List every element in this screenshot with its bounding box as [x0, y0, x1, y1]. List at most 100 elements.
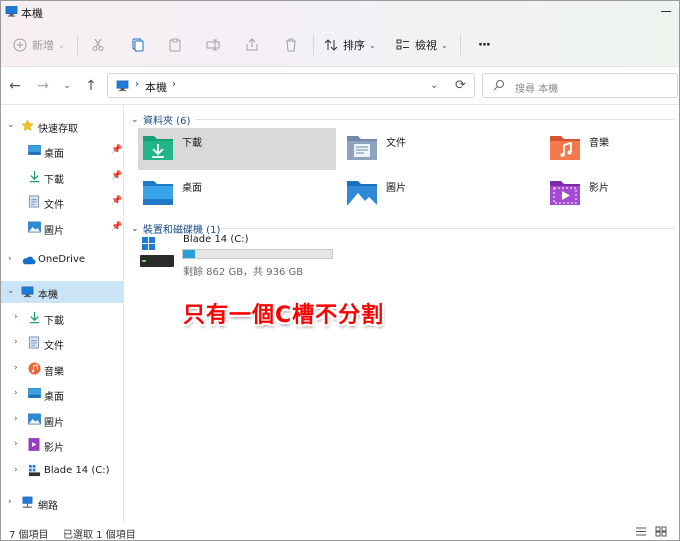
folder-name: 文件: [386, 138, 406, 149]
folder-tile-pictures[interactable]: 圖片: [342, 173, 540, 215]
chevron-right-icon[interactable]: ›: [14, 363, 18, 373]
document-icon: [28, 195, 40, 208]
up-button[interactable]: ↑: [82, 77, 100, 95]
title-bar: 本機: [1, 1, 679, 23]
address-bar[interactable]: › 本機 › ⌄ ⟳: [107, 73, 475, 98]
nav-thispc-pictures[interactable]: › 圖片: [1, 409, 123, 431]
nav-thispc-documents[interactable]: › 文件: [1, 332, 123, 354]
breadcrumb-thispc[interactable]: 本機: [145, 79, 167, 95]
view-button[interactable]: 檢視 ⌄: [396, 23, 448, 67]
drive-tile-c[interactable]: Blade 14 (C:) 剩餘 862 GB，共 936 GB: [135, 231, 355, 279]
drive-usage-fill: [183, 250, 195, 258]
arrow-left-icon: ←: [9, 78, 21, 94]
nav-network[interactable]: › 網路: [1, 492, 123, 514]
nav-quick-access[interactable]: ⌄ 快速存取: [1, 115, 123, 137]
chevron-right-icon[interactable]: ›: [14, 439, 18, 449]
cut-button[interactable]: [91, 23, 105, 67]
chevron-right-icon[interactable]: ›: [14, 312, 18, 322]
nav-label: 音樂: [44, 367, 64, 378]
pin-icon[interactable]: 📌: [111, 196, 122, 206]
new-button[interactable]: 新增 ⌄: [13, 23, 65, 67]
minimize-button[interactable]: [661, 11, 671, 12]
chevron-down-icon[interactable]: ⌄: [7, 286, 15, 296]
nav-label: 桌面: [44, 392, 64, 403]
star-icon: [21, 119, 34, 131]
address-dropdown-icon[interactable]: ⌄: [430, 80, 438, 91]
drive-free-space: 剩餘 862 GB，共 936 GB: [183, 267, 304, 278]
group-divider: [195, 119, 675, 120]
arrow-right-icon: →: [37, 78, 49, 94]
music-icon: [28, 362, 41, 375]
folders-group-header[interactable]: ⌄ 資料夾 (6): [131, 112, 191, 128]
back-button[interactable]: ←: [6, 77, 24, 95]
chevron-right-icon[interactable]: ›: [8, 254, 12, 264]
search-input[interactable]: 搜尋 本機: [515, 80, 558, 95]
desktop-icon: [28, 388, 41, 398]
nav-label: 文件: [44, 341, 64, 352]
file-explorer-window: 本機 新增 ⌄ 排序 ⌄ 檢視 ⌄ ··· ← → ⌄ ↑ › 本機 › ⌄ ⟳…: [0, 0, 680, 541]
share-icon: [246, 38, 258, 51]
pin-icon[interactable]: 📌: [111, 145, 122, 155]
chevron-right-icon[interactable]: ›: [8, 497, 12, 507]
nav-onedrive[interactable]: › OneDrive: [1, 249, 123, 271]
nav-label: 下載: [44, 316, 64, 327]
folder-tile-desktop[interactable]: 桌面: [138, 173, 336, 215]
folder-tile-documents[interactable]: 文件: [342, 128, 540, 170]
nav-label: Blade 14 (C:): [44, 465, 110, 476]
video-icon: [28, 438, 40, 451]
folder-tile-music[interactable]: 音樂: [545, 128, 679, 170]
chevron-right-icon[interactable]: ›: [14, 388, 18, 398]
sort-icon: [324, 39, 338, 51]
plus-circle-icon: [13, 38, 27, 52]
desktop-folder-icon: [143, 181, 173, 205]
chevron-down-icon[interactable]: ⌄: [131, 115, 143, 125]
trash-icon: [286, 38, 296, 52]
folder-tile-downloads[interactable]: 下載: [138, 128, 336, 170]
chevron-down-icon[interactable]: ⌄: [7, 120, 15, 130]
refresh-icon[interactable]: ⟳: [455, 78, 466, 93]
group-divider: [221, 228, 675, 229]
delete-button[interactable]: [284, 23, 298, 67]
computer-icon: [5, 6, 18, 17]
nav-thispc[interactable]: ⌄ 本機: [1, 281, 123, 303]
rename-button[interactable]: [206, 23, 220, 67]
folder-name: 圖片: [386, 183, 406, 194]
folder-tile-videos[interactable]: 影片: [545, 173, 679, 215]
nav-thispc-downloads[interactable]: › 下載: [1, 307, 123, 329]
chevron-down-icon: ⌄: [441, 40, 448, 50]
nav-quick-desktop[interactable]: 桌面 📌: [1, 140, 123, 162]
sort-button[interactable]: 排序 ⌄: [324, 23, 376, 67]
chevron-right-icon[interactable]: ›: [172, 79, 176, 90]
chevron-right-icon[interactable]: ›: [14, 465, 18, 475]
toolbar-divider: [77, 35, 78, 55]
nav-quick-downloads[interactable]: 下載 📌: [1, 166, 123, 188]
desktop-icon: [28, 145, 41, 155]
search-box[interactable]: 搜尋 本機: [482, 73, 678, 98]
nav-thispc-drive-c[interactable]: › Blade 14 (C:): [1, 460, 123, 482]
nav-label: 文件: [44, 200, 64, 211]
copy-button[interactable]: [130, 23, 144, 67]
view-label: 檢視: [415, 39, 437, 52]
share-button[interactable]: [245, 23, 259, 67]
more-label: ···: [478, 37, 491, 53]
nav-thispc-videos[interactable]: › 影片: [1, 434, 123, 456]
nav-quick-documents[interactable]: 文件 📌: [1, 191, 123, 213]
details-view-icon[interactable]: [635, 526, 647, 537]
folders-group-title: 資料夾 (6): [143, 116, 191, 127]
forward-button[interactable]: →: [34, 77, 52, 95]
recent-locations-button[interactable]: ⌄: [58, 77, 76, 95]
chevron-right-icon[interactable]: ›: [14, 414, 18, 424]
pin-icon[interactable]: 📌: [111, 222, 122, 232]
drive-icon: [28, 464, 41, 477]
tiles-view-icon[interactable]: [655, 526, 667, 537]
pin-icon[interactable]: 📌: [111, 171, 122, 181]
chevron-down-icon: ⌄: [63, 81, 71, 91]
command-bar: 新增 ⌄ 排序 ⌄ 檢視 ⌄ ···: [1, 23, 679, 67]
nav-thispc-desktop[interactable]: › 桌面: [1, 383, 123, 405]
nav-quick-pictures[interactable]: 圖片 📌: [1, 217, 123, 239]
more-options-button[interactable]: ···: [473, 23, 491, 67]
chevron-right-icon[interactable]: ›: [14, 337, 18, 347]
nav-thispc-music[interactable]: › 音樂: [1, 358, 123, 380]
paste-button[interactable]: [168, 23, 182, 67]
toolbar-divider: [313, 35, 314, 55]
